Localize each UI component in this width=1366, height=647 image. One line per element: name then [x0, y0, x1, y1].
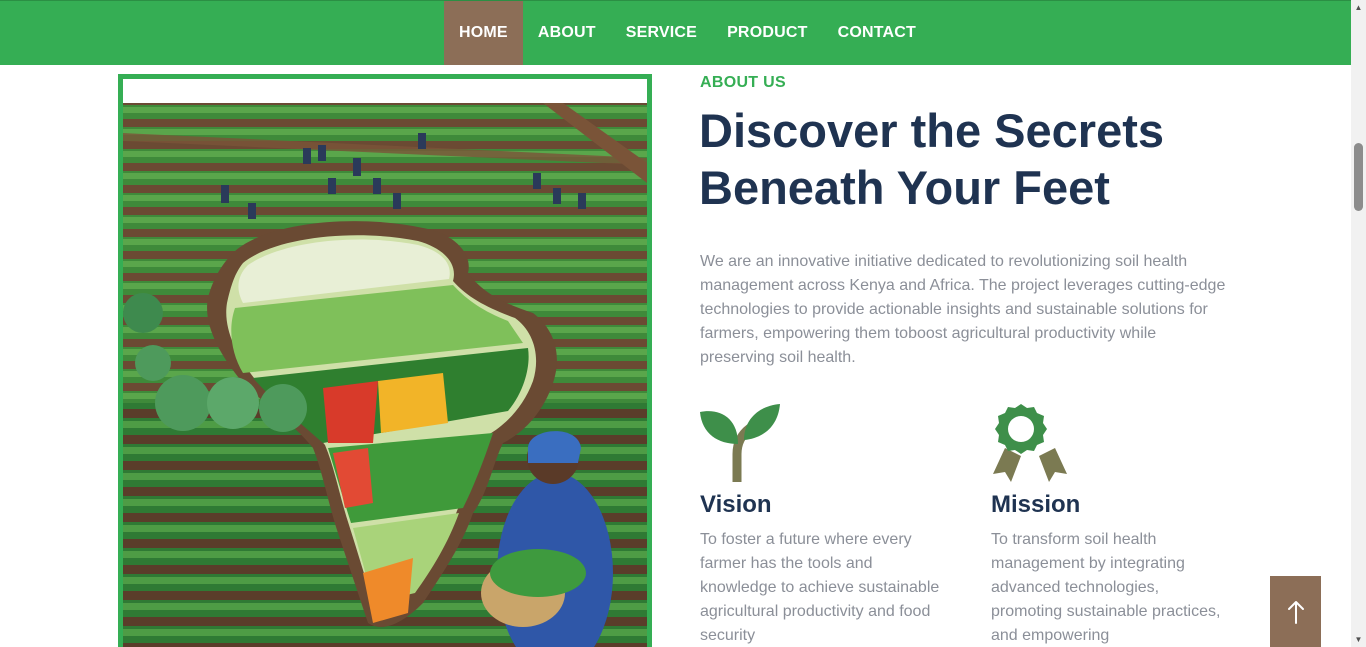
scroll-down-icon[interactable]: ▼ [1351, 632, 1366, 647]
back-to-top-button[interactable] [1270, 576, 1321, 647]
page-title-line-1: Discover the Secrets [699, 104, 1165, 157]
nav-item-contact[interactable]: CONTACT [823, 1, 931, 65]
page-title-line-2: Beneath Your Feet [699, 161, 1110, 214]
mission-text: To transform soil health management by i… [991, 531, 1221, 644]
scrollbar-thumb[interactable] [1354, 143, 1363, 211]
top-navbar: HOME ABOUT SERVICE PRODUCT CONTACT [0, 0, 1351, 65]
nav-item-service[interactable]: SERVICE [611, 1, 712, 65]
nav-item-home[interactable]: HOME [444, 1, 523, 65]
vision-title: Vision [700, 491, 772, 518]
page-title: Discover the Secrets Beneath Your Feet [699, 102, 1259, 216]
farm-africa-vegetables-photo [123, 103, 647, 647]
nav-menu: HOME ABOUT SERVICE PRODUCT CONTACT [444, 1, 931, 65]
mission-title: Mission [991, 491, 1081, 518]
vision-card: Vision To foster a future where every fa… [700, 404, 940, 647]
vertical-scrollbar[interactable]: ▲ ▼ [1351, 0, 1366, 647]
mission-card: Mission To transform soil health managem… [991, 404, 1231, 647]
section-eyebrow: ABOUT US [700, 74, 786, 91]
award-ribbon-icon [993, 404, 1067, 482]
arrow-up-icon [1287, 600, 1304, 624]
scroll-up-icon[interactable]: ▲ [1351, 0, 1366, 15]
page: HOME ABOUT SERVICE PRODUCT CONTACT ABOUT… [0, 0, 1366, 647]
intro-paragraph: We are an innovative initiative dedicate… [700, 253, 1226, 366]
about-image-frame [118, 74, 652, 647]
sprout-icon [700, 404, 780, 482]
nav-item-product[interactable]: PRODUCT [712, 1, 823, 65]
nav-item-about[interactable]: ABOUT [523, 1, 611, 65]
vision-text: To foster a future where every farmer ha… [700, 531, 940, 644]
